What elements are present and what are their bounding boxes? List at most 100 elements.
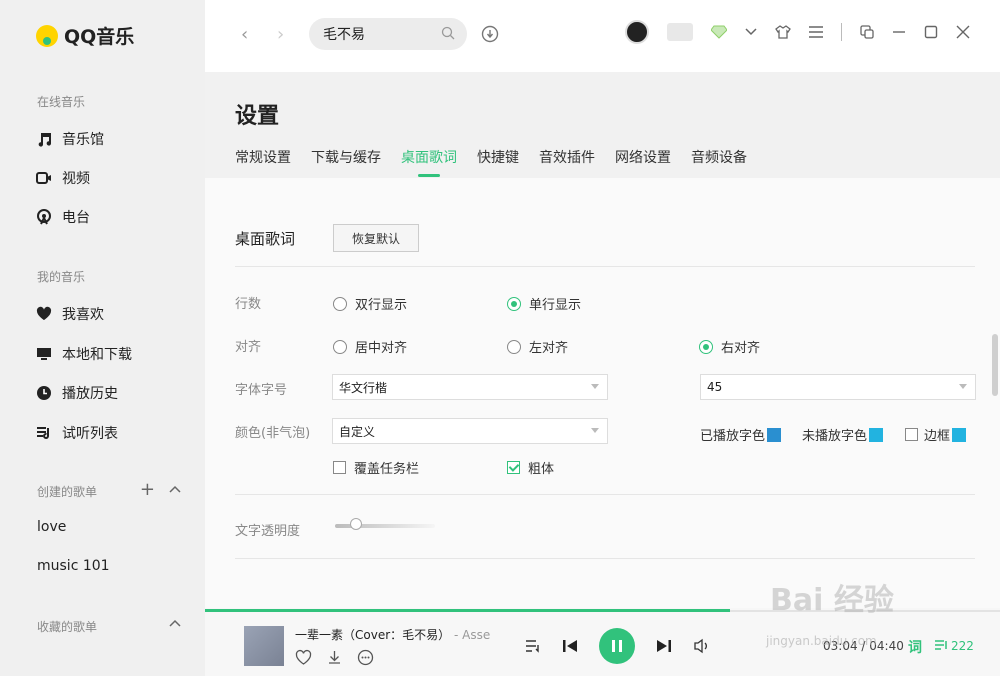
- sidebar-item-trial-list[interactable]: 试听列表: [36, 423, 118, 443]
- played-color-swatch[interactable]: [767, 427, 782, 442]
- sidebar-item-label: 我喜欢: [62, 307, 104, 323]
- search-input[interactable]: 毛不易: [309, 18, 467, 50]
- radio-align-right[interactable]: 右对齐: [699, 337, 760, 356]
- checkbox-box-checked: [507, 461, 520, 474]
- close-icon[interactable]: [956, 25, 970, 39]
- radio-align-center[interactable]: 居中对齐: [333, 337, 407, 356]
- unplayed-color-label: 未播放字色: [802, 429, 868, 444]
- color-label: 颜色(非气泡): [235, 426, 311, 441]
- restore-default-button[interactable]: 恢复默认: [333, 224, 419, 252]
- top-right-controls: [625, 20, 970, 44]
- divider: [235, 266, 975, 267]
- username-blurred[interactable]: [667, 23, 693, 41]
- playlist-count-button[interactable]: 222: [935, 639, 974, 653]
- mini-mode-icon[interactable]: [860, 25, 874, 39]
- radio-label: 单行显示: [529, 298, 582, 313]
- radio-dot: [507, 339, 521, 354]
- created-playlists-actions: +: [140, 479, 181, 500]
- add-playlist-icon[interactable]: +: [140, 479, 155, 500]
- page-title: 设置: [235, 104, 280, 129]
- song-actions: [295, 649, 374, 666]
- checkbox-label: 粗体: [528, 462, 555, 477]
- sidebar-item-favorites[interactable]: 我喜欢: [36, 304, 104, 324]
- voice-search-icon[interactable]: [481, 25, 499, 43]
- sidebar-item-video[interactable]: 视频: [36, 168, 90, 188]
- watermark-url: jingyan.baidu.com: [766, 634, 877, 648]
- tab-sound-plugins[interactable]: 音效插件: [539, 147, 595, 177]
- app-logo[interactable]: QQ音乐: [36, 22, 134, 49]
- scrollbar[interactable]: [992, 334, 998, 396]
- playlist-item-love[interactable]: love: [37, 519, 66, 535]
- album-cover[interactable]: [244, 626, 284, 666]
- sidebar-item-label: 音乐馆: [62, 132, 104, 148]
- unplayed-color-swatch[interactable]: [869, 427, 884, 442]
- back-arrow-icon[interactable]: ‹: [241, 24, 248, 45]
- played-color-picker[interactable]: 已播放字色: [700, 425, 782, 444]
- more-icon[interactable]: [357, 649, 374, 666]
- chevron-down-icon: [959, 384, 967, 389]
- sidebar-item-label: 本地和下载: [62, 347, 132, 363]
- radio-double-line[interactable]: 双行显示: [333, 294, 407, 313]
- like-heart-icon[interactable]: [295, 649, 312, 666]
- chevron-up-icon[interactable]: [169, 484, 181, 496]
- download-icon[interactable]: [326, 649, 343, 666]
- playlist-item-music-101[interactable]: music 101: [37, 558, 110, 574]
- tab-general[interactable]: 常规设置: [235, 147, 291, 177]
- settings-tabs: 常规设置 下载与缓存 桌面歌词 快捷键 音效插件 网络设置 音频设备: [235, 147, 767, 177]
- cover-taskbar-checkbox[interactable]: 覆盖任务栏: [333, 458, 419, 477]
- diamond-icon[interactable]: [711, 25, 727, 39]
- maximize-icon[interactable]: [924, 25, 938, 39]
- play-order-icon[interactable]: [525, 639, 541, 653]
- font-family-select[interactable]: 华文行楷: [332, 374, 608, 400]
- sidebar-item-play-history[interactable]: 播放历史: [36, 383, 118, 403]
- border-color-swatch[interactable]: [952, 427, 967, 442]
- song-title[interactable]: 一辈一素（Cover：毛不易）: [295, 628, 450, 642]
- played-color-label: 已播放字色: [700, 429, 766, 444]
- tab-network[interactable]: 网络设置: [615, 147, 671, 177]
- sidebar-item-label: 电台: [62, 210, 90, 226]
- radio-label: 居中对齐: [355, 341, 408, 356]
- forward-arrow-icon[interactable]: ›: [277, 24, 284, 45]
- rows-label: 行数: [235, 297, 262, 312]
- settings-header: 设置 常规设置 下载与缓存 桌面歌词 快捷键 音效插件 网络设置 音频设备: [205, 72, 1000, 178]
- minimize-icon[interactable]: [892, 25, 906, 39]
- my-music-heading: 我的音乐: [37, 270, 86, 284]
- sidebar-item-radio[interactable]: 电台: [36, 207, 90, 227]
- lyrics-toggle[interactable]: 词: [908, 637, 922, 657]
- playback-controls: [525, 628, 711, 664]
- radio-align-left[interactable]: 左对齐: [507, 337, 568, 356]
- unplayed-color-picker[interactable]: 未播放字色: [802, 425, 884, 444]
- sidebar-item-local-downloads[interactable]: 本地和下载: [36, 344, 132, 364]
- avatar[interactable]: [625, 20, 649, 44]
- section-title: 桌面歌词: [235, 230, 296, 248]
- previous-track-icon[interactable]: [561, 637, 579, 655]
- radio-single-line[interactable]: 单行显示: [507, 294, 581, 313]
- volume-icon[interactable]: [693, 638, 711, 654]
- opacity-slider-handle[interactable]: [350, 518, 362, 530]
- border-checkbox[interactable]: 边框: [905, 425, 967, 444]
- playlist-icon: [37, 427, 50, 440]
- font-size-select[interactable]: 45: [700, 374, 976, 400]
- top-separator: [841, 23, 842, 41]
- color-mode-select[interactable]: 自定义: [332, 418, 608, 444]
- search-icon[interactable]: [441, 26, 455, 40]
- divider: [235, 494, 975, 495]
- tab-hotkeys[interactable]: 快捷键: [477, 147, 519, 177]
- tab-audio-device[interactable]: 音频设备: [691, 147, 747, 177]
- chevron-down-icon[interactable]: [745, 27, 757, 37]
- bold-checkbox[interactable]: 粗体: [507, 458, 554, 477]
- sidebar-item-music-hall[interactable]: 音乐馆: [36, 129, 104, 149]
- app-logo-text: QQ音乐: [64, 26, 135, 48]
- menu-icon[interactable]: [809, 26, 823, 38]
- skin-shirt-icon[interactable]: [775, 24, 791, 40]
- tab-download-cache[interactable]: 下载与缓存: [311, 147, 381, 177]
- tab-desktop-lyrics[interactable]: 桌面歌词: [401, 147, 457, 177]
- pause-button[interactable]: [599, 628, 635, 664]
- next-track-icon[interactable]: [655, 637, 673, 655]
- chevron-up-icon[interactable]: [169, 618, 181, 630]
- artist-trail[interactable]: - Asse: [454, 628, 490, 642]
- heart-icon: [36, 306, 52, 320]
- radio-dot-selected: [699, 339, 713, 354]
- checkbox-box: [333, 461, 346, 474]
- font-family-value: 华文行楷: [339, 380, 388, 395]
